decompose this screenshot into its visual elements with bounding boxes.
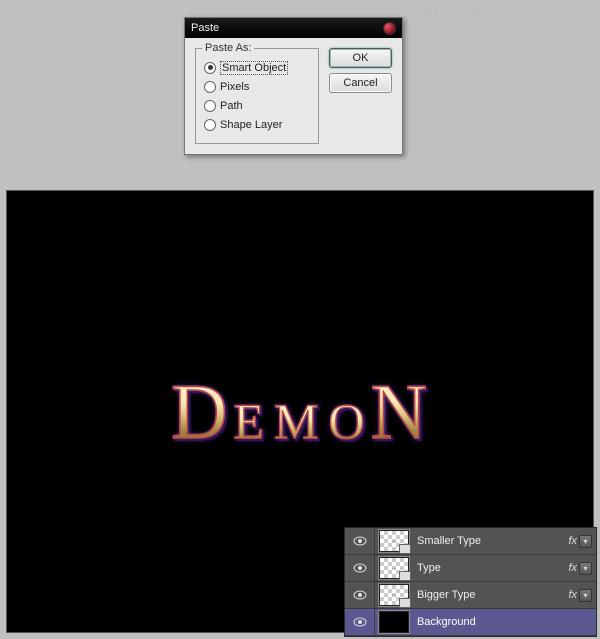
smart-object-badge-icon bbox=[399, 544, 411, 554]
radio-icon bbox=[204, 62, 216, 74]
layer-row-smaller-type[interactable]: ·· Smaller Type fx ▾ bbox=[345, 528, 596, 555]
letter-m: M bbox=[274, 392, 320, 450]
layer-row-type[interactable]: ·· Type fx ▾ bbox=[345, 555, 596, 582]
demon-text: D E M O N bbox=[171, 367, 429, 457]
fieldset-legend: Paste As: bbox=[202, 42, 254, 54]
visibility-toggle[interactable] bbox=[345, 555, 375, 581]
radio-label: Path bbox=[220, 100, 243, 112]
letter-o: O bbox=[328, 392, 366, 450]
layer-name: Type bbox=[413, 562, 568, 574]
dialog-buttons: OK Cancel bbox=[329, 48, 392, 144]
eye-icon bbox=[353, 590, 367, 600]
fx-indicator[interactable]: fx bbox=[568, 535, 577, 547]
letter-n: N bbox=[371, 367, 429, 457]
radio-label: Pixels bbox=[220, 81, 249, 93]
visibility-toggle[interactable] bbox=[345, 528, 375, 554]
layer-thumbnail: ·· bbox=[379, 557, 409, 579]
close-icon[interactable] bbox=[383, 22, 396, 35]
dialog-titlebar[interactable]: Paste bbox=[185, 18, 402, 38]
radio-icon bbox=[204, 81, 216, 93]
cancel-button[interactable]: Cancel bbox=[329, 73, 392, 93]
layer-name: Bigger Type bbox=[413, 589, 568, 601]
dialog-body: Paste As: Smart Object Pixels Path Shape… bbox=[185, 38, 402, 154]
eye-icon bbox=[353, 563, 367, 573]
radio-icon bbox=[204, 119, 216, 131]
fx-indicator[interactable]: fx bbox=[568, 589, 577, 601]
fx-indicator[interactable]: fx bbox=[568, 562, 577, 574]
paste-dialog: Paste Paste As: Smart Object Pixels Path… bbox=[184, 17, 403, 155]
layer-name: Background bbox=[413, 616, 596, 628]
layers-panel: ·· Smaller Type fx ▾ ·· Type fx ▾ ·· bbox=[344, 527, 597, 637]
layer-name: Smaller Type bbox=[413, 535, 568, 547]
fx-expand-icon[interactable]: ▾ bbox=[579, 535, 592, 548]
layer-thumbnail bbox=[379, 611, 409, 633]
watermark-cn-text: 思缘设计论坛 bbox=[408, 2, 480, 18]
eye-icon bbox=[353, 617, 367, 627]
radio-icon bbox=[204, 100, 216, 112]
visibility-toggle[interactable] bbox=[345, 582, 375, 608]
letter-d: D bbox=[171, 367, 229, 457]
smart-object-badge-icon bbox=[399, 571, 411, 581]
radio-pixels[interactable]: Pixels bbox=[204, 78, 308, 95]
radio-smart-object[interactable]: Smart Object bbox=[204, 59, 308, 76]
layer-row-background[interactable]: Background bbox=[345, 609, 596, 636]
visibility-toggle[interactable] bbox=[345, 609, 375, 635]
fx-expand-icon[interactable]: ▾ bbox=[579, 589, 592, 602]
ok-button[interactable]: OK bbox=[329, 48, 392, 68]
smart-object-badge-icon bbox=[399, 598, 411, 608]
layer-thumbnail: ·· bbox=[379, 584, 409, 606]
paste-as-fieldset: Paste As: Smart Object Pixels Path Shape… bbox=[195, 48, 319, 144]
dialog-title: Paste bbox=[191, 22, 219, 34]
radio-label: Smart Object bbox=[220, 61, 288, 75]
radio-label: Shape Layer bbox=[220, 119, 282, 131]
layer-thumbnail: ·· bbox=[379, 530, 409, 552]
radio-path[interactable]: Path bbox=[204, 97, 308, 114]
radio-shape-layer[interactable]: Shape Layer bbox=[204, 116, 308, 133]
fx-expand-icon[interactable]: ▾ bbox=[579, 562, 592, 575]
layer-row-bigger-type[interactable]: ·· Bigger Type fx ▾ bbox=[345, 582, 596, 609]
watermark-en-text: WWW.MISSYUAN.COM bbox=[475, 3, 592, 14]
letter-e: E bbox=[233, 392, 266, 450]
eye-icon bbox=[353, 536, 367, 546]
